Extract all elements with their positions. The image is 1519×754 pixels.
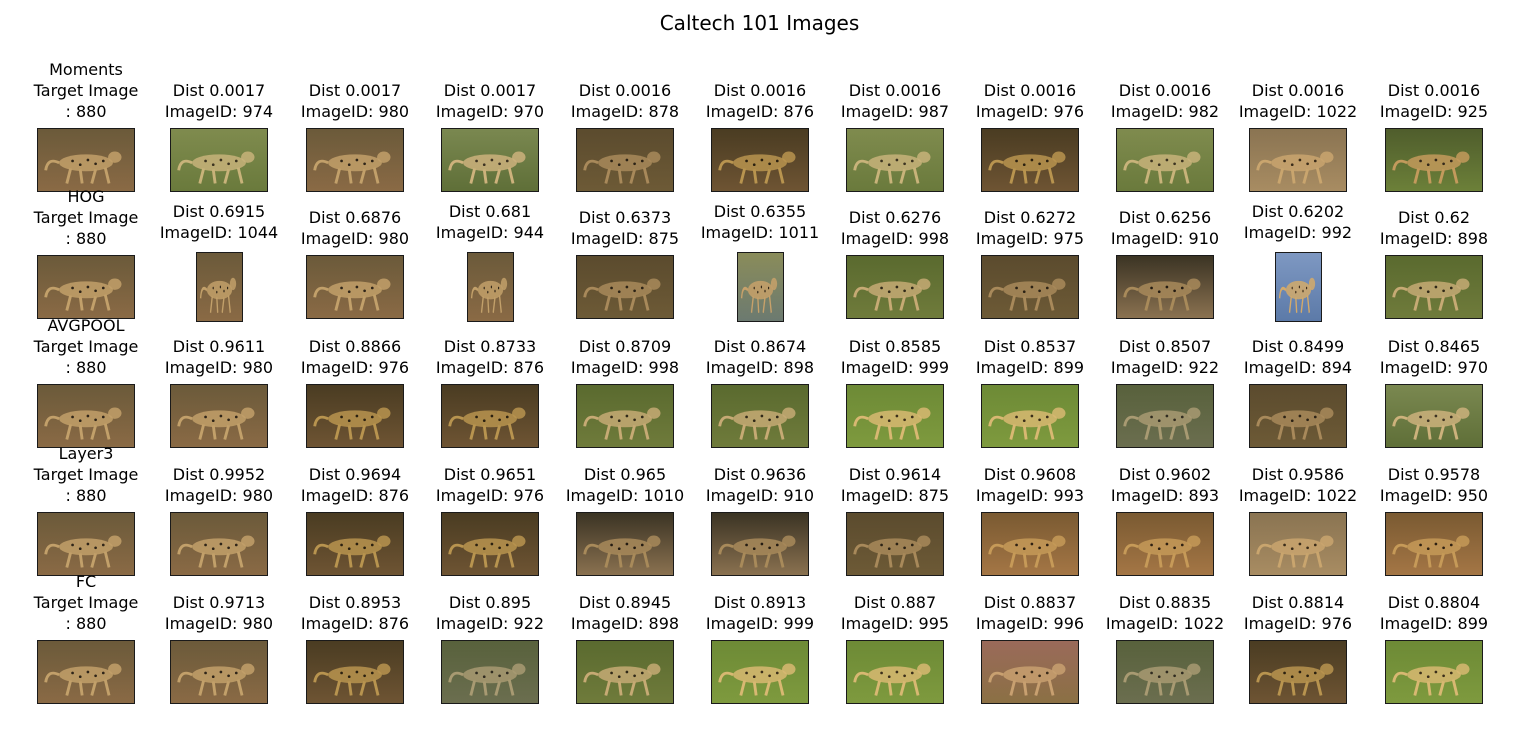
thumbnail-caption: FC Target Image : 880 [18, 571, 154, 634]
result-image-cell: Dist 0.895 ImageID: 922 [422, 0, 558, 754]
distance-label: Dist 0.8804 [1387, 593, 1481, 612]
distance-label: Dist 0.8913 [713, 593, 807, 612]
cheetah-thumbnail-image [441, 640, 539, 704]
thumbnail-caption: Dist 0.9713 ImageID: 980 [151, 592, 287, 634]
image-id-label: ImageID: 876 [300, 614, 410, 633]
image-id-label: ImageID: 1022 [1105, 614, 1225, 633]
image-id-label: ImageID: 976 [1243, 614, 1353, 633]
result-image-cell: Dist 0.8804 ImageID: 899 [1366, 0, 1502, 754]
distance-label: Dist 0.9713 [172, 593, 266, 612]
distance-label: Dist 0.8814 [1251, 593, 1345, 612]
cheetah-thumbnail-image [1116, 640, 1214, 704]
image-id-label: ImageID: 995 [840, 614, 950, 633]
distance-label: Dist 0.8837 [983, 593, 1077, 612]
cheetah-thumbnail-image [37, 640, 135, 704]
distance-label: Dist 0.8945 [578, 593, 672, 612]
thumbnail-caption: Dist 0.8945 ImageID: 898 [557, 592, 693, 634]
image-grid: Moments Target Image: 880 Dist 0.0017 Image… [0, 0, 1519, 754]
result-image-cell: Dist 0.9713 ImageID: 980 [151, 0, 287, 754]
result-image-cell: Dist 0.8837 ImageID: 996 [962, 0, 1098, 754]
image-id-label: ImageID: 996 [975, 614, 1085, 633]
cheetah-thumbnail-image [576, 640, 674, 704]
cheetah-thumbnail-image [981, 640, 1079, 704]
result-image-cell: Dist 0.8814 ImageID: 976 [1230, 0, 1366, 754]
method-label: FC [75, 572, 97, 591]
thumbnail-caption: Dist 0.8913 ImageID: 999 [692, 592, 828, 634]
image-id-label: ImageID: 899 [1379, 614, 1489, 633]
thumbnail-caption: Dist 0.8814 ImageID: 976 [1230, 592, 1366, 634]
cheetah-thumbnail-image [846, 640, 944, 704]
image-id-label: ImageID: 999 [705, 614, 815, 633]
result-image-cell: Dist 0.8953 ImageID: 876 [287, 0, 423, 754]
cheetah-thumbnail-image [711, 640, 809, 704]
image-id-label: ImageID: 922 [435, 614, 545, 633]
thumbnail-caption: Dist 0.895 ImageID: 922 [422, 592, 558, 634]
result-image-cell: Dist 0.8835 ImageID: 1022 [1097, 0, 1233, 754]
cheetah-thumbnail-image [1249, 640, 1347, 704]
cheetah-thumbnail-image [1385, 640, 1483, 704]
thumbnail-caption: Dist 0.8837 ImageID: 996 [962, 592, 1098, 634]
cheetah-thumbnail-image [306, 640, 404, 704]
distance-label: Dist 0.8953 [308, 593, 402, 612]
target-label: Target Image [33, 593, 139, 612]
distance-label: Dist 0.8835 [1118, 593, 1212, 612]
result-image-cell: Dist 0.8913 ImageID: 999 [692, 0, 828, 754]
thumbnail-caption: Dist 0.8953 ImageID: 876 [287, 592, 423, 634]
image-id-label: ImageID: 980 [164, 614, 274, 633]
result-image-cell: Dist 0.8945 ImageID: 898 [557, 0, 693, 754]
target-id: : 880 [65, 614, 107, 633]
thumbnail-caption: Dist 0.8835 ImageID: 1022 [1097, 592, 1233, 634]
thumbnail-caption: Dist 0.887 ImageID: 995 [827, 592, 963, 634]
image-id-label: ImageID: 898 [570, 614, 680, 633]
target-image-cell: FC Target Image : 880 [18, 0, 154, 754]
result-image-cell: Dist 0.887 ImageID: 995 [827, 0, 963, 754]
thumbnail-caption: Dist 0.8804 ImageID: 899 [1366, 592, 1502, 634]
distance-label: Dist 0.887 [853, 593, 937, 612]
cheetah-thumbnail-image [170, 640, 268, 704]
distance-label: Dist 0.895 [448, 593, 532, 612]
